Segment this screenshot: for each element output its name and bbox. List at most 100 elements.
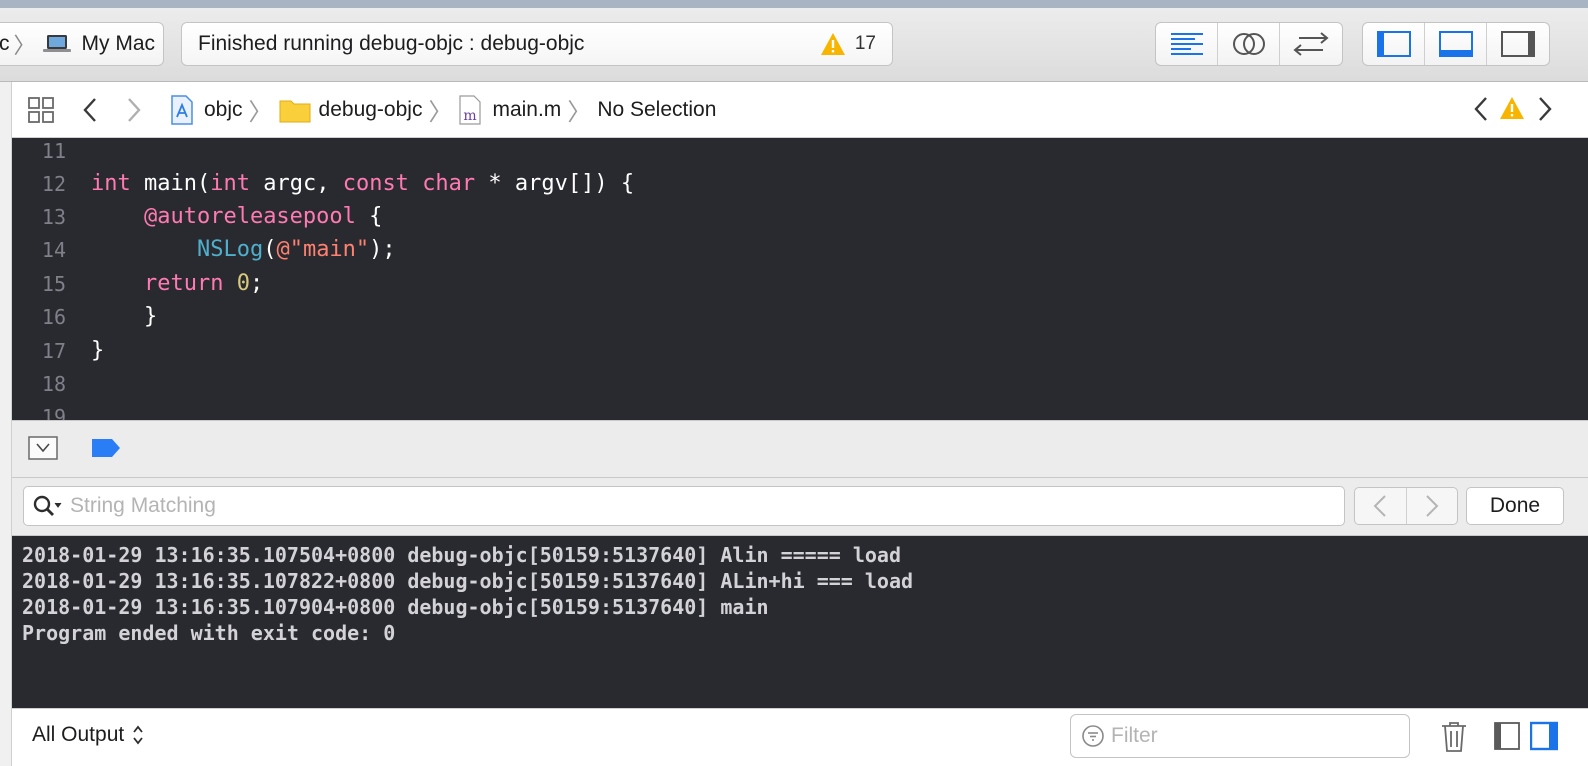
code-text: int main(int argc, const char * argv[]) … <box>91 171 635 196</box>
back-button[interactable] <box>76 97 104 123</box>
next-issue-button[interactable] <box>1534 96 1556 122</box>
find-field-container <box>23 486 1345 526</box>
jump-bar: objc 〉 debug-objc 〉 m main.m 〉 No Select… <box>12 82 1588 138</box>
code-line: 14 NSLog(@"main"); <box>12 233 1588 266</box>
warning-icon <box>1500 97 1524 119</box>
chevron-right-icon <box>128 97 141 122</box>
console-bottom-bar: All Output <box>12 708 1588 766</box>
chevron-left-icon <box>83 97 96 122</box>
filter-input[interactable] <box>1111 724 1381 748</box>
editor-mode-segment <box>1155 22 1343 66</box>
code-line: 15 return 0; <box>12 267 1588 300</box>
code-line: 16 } <box>12 300 1588 333</box>
output-selector-label: All Output <box>32 723 125 746</box>
jump-crumb-group[interactable]: debug-objc <box>279 97 423 123</box>
right-pane-icon <box>1529 721 1559 751</box>
collapse-debug-area-icon <box>28 436 58 460</box>
console-line: 2018-01-29 13:16:35.107504+0800 debug-ob… <box>22 543 901 567</box>
line-number: 18 <box>41 371 66 396</box>
console-output[interactable]: 2018-01-29 13:16:35.107504+0800 debug-ob… <box>12 536 1588 708</box>
window-top-strip <box>0 0 1588 8</box>
chevron-left-icon <box>1373 495 1386 517</box>
find-input[interactable] <box>70 494 1270 518</box>
assistant-editor-icon <box>1232 33 1265 55</box>
standard-editor-button[interactable] <box>1156 23 1218 65</box>
forward-button[interactable] <box>120 97 148 123</box>
run-destination: My Mac <box>81 32 156 55</box>
find-previous-button[interactable] <box>1355 488 1407 524</box>
previous-issue-button[interactable] <box>1470 96 1492 122</box>
crumb-label: objc <box>204 97 243 121</box>
related-items-icon <box>28 96 54 123</box>
view-toggle-segment <box>1362 22 1550 66</box>
chevron-right-icon <box>1426 495 1439 517</box>
chevron-left-icon <box>1474 97 1487 121</box>
activity-status[interactable]: Finished running debug-objc : debug-objc… <box>181 22 893 66</box>
code-line: 11 <box>12 138 1588 167</box>
source-editor[interactable]: 11 12 int main(int argc, const char * ar… <box>12 138 1588 420</box>
crumb-label: debug-objc <box>318 97 423 121</box>
standard-editor-icon <box>1170 33 1203 55</box>
code-line: 18 <box>12 367 1588 400</box>
jump-crumb-selection[interactable]: No Selection <box>597 98 716 122</box>
line-number: 17 <box>41 338 66 363</box>
line-number: 16 <box>41 304 66 329</box>
objc-file-icon: m <box>459 94 482 125</box>
jump-crumb-file[interactable]: m main.m <box>458 94 562 125</box>
related-items-button[interactable] <box>26 96 56 124</box>
line-number: 14 <box>41 237 66 262</box>
code-line: 17 } <box>12 334 1588 367</box>
code-text: return 0; <box>143 271 264 296</box>
project-icon <box>171 94 193 125</box>
breakpoint-icon <box>92 439 120 457</box>
hide-debug-area-button[interactable] <box>28 435 58 461</box>
code-line: 12 int main(int argc, const char * argv[… <box>12 167 1588 200</box>
debug-bar <box>12 420 1588 478</box>
console-line: 2018-01-29 13:16:35.107822+0800 debug-ob… <box>22 569 914 593</box>
code-line: 13 @autoreleasepool { <box>12 200 1588 233</box>
line-number: 12 <box>41 171 66 196</box>
version-editor-button[interactable] <box>1280 23 1342 65</box>
chevron-right-icon: 〉 <box>13 33 36 58</box>
line-number: 19 <box>41 404 66 421</box>
clear-console-button[interactable] <box>1440 721 1468 753</box>
show-console-view-button[interactable] <box>1529 721 1559 753</box>
status-text: Finished running debug-objc : debug-objc <box>198 32 585 55</box>
assistant-editor-button[interactable] <box>1218 23 1280 65</box>
line-number: 13 <box>41 204 66 229</box>
output-selector[interactable]: All Output <box>32 723 144 747</box>
issue-warning-button[interactable] <box>1498 96 1526 120</box>
find-navigation <box>1354 487 1458 525</box>
updown-chevron-icon <box>133 725 143 745</box>
toolbar: c 〉 My Mac Finished running debug-objc :… <box>0 8 1588 82</box>
breakpoints-toggle-button[interactable] <box>90 437 122 459</box>
laptop-icon <box>42 35 71 52</box>
warning-count: 17 <box>854 33 876 54</box>
trash-icon <box>1442 722 1466 752</box>
navigator-toggle-button[interactable] <box>1363 23 1425 65</box>
crumb-separator-icon: 〉 <box>567 99 592 126</box>
filter-icon <box>1082 725 1104 747</box>
code-text: } <box>91 304 158 329</box>
warning-icon[interactable] <box>820 32 846 56</box>
show-variables-view-button[interactable] <box>1494 721 1520 753</box>
line-number: 15 <box>41 271 66 296</box>
jump-crumb-project[interactable]: objc <box>170 94 243 125</box>
crumb-label: main.m <box>492 97 562 121</box>
filter-field-container <box>1070 714 1410 758</box>
scheme-selector[interactable]: c 〉 My Mac <box>0 22 164 66</box>
utilities-toggle-button[interactable] <box>1487 23 1549 65</box>
debug-area-toggle-button[interactable] <box>1425 23 1487 65</box>
code-text: NSLog(@"main"); <box>196 237 396 262</box>
console-line: Program ended with exit code: 0 <box>22 621 396 645</box>
find-next-button[interactable] <box>1407 488 1458 524</box>
debug-area-toggle-icon <box>1438 31 1473 57</box>
svg-text:m: m <box>464 108 477 124</box>
navigator-toggle-icon <box>1376 31 1411 57</box>
search-options-icon[interactable] <box>32 494 64 518</box>
version-editor-icon <box>1293 32 1329 56</box>
left-panel-edge <box>0 82 12 766</box>
find-done-button[interactable]: Done <box>1466 487 1564 525</box>
find-bar: Done <box>12 478 1588 536</box>
code-text: @autoreleasepool { <box>143 204 383 229</box>
